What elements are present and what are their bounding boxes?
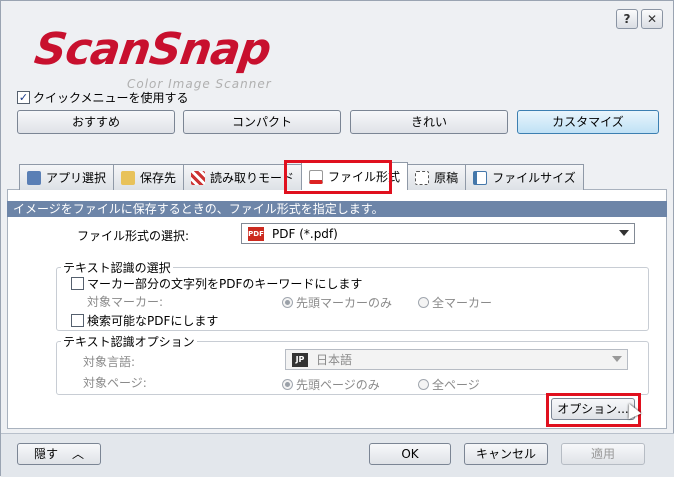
paper-icon bbox=[415, 170, 430, 185]
tab-paper[interactable]: 原稿 bbox=[407, 164, 467, 190]
preset-recommended-button[interactable]: おすすめ bbox=[17, 110, 175, 134]
ocr-selection-title: テキスト認識の選択 bbox=[61, 259, 173, 276]
marker-first-radio[interactable] bbox=[282, 297, 293, 308]
searchable-pdf-checkbox[interactable] bbox=[71, 314, 84, 327]
description-bar: イメージをファイルに保存するときの、ファイル形式を指定します。 bbox=[7, 201, 667, 217]
pdf-icon: PDF bbox=[248, 226, 264, 241]
page-first-label: 先頭ページのみ bbox=[296, 378, 380, 392]
marker-all-radio[interactable] bbox=[418, 297, 429, 308]
marker-all-option[interactable]: 全マーカー bbox=[418, 294, 492, 311]
tab-label: 保存先 bbox=[140, 171, 177, 185]
tab-label: 原稿 bbox=[434, 171, 459, 185]
app-icon bbox=[27, 170, 41, 185]
file-format-value: PDF (*.pdf) bbox=[272, 226, 338, 241]
language-value: 日本語 bbox=[316, 353, 353, 367]
marker-first-label: 先頭マーカーのみ bbox=[296, 296, 393, 310]
marker-first-option[interactable]: 先頭マーカーのみ bbox=[282, 294, 392, 311]
chevron-up-icon: ︿ bbox=[72, 447, 85, 461]
title-buttons: ? ✕ bbox=[616, 9, 663, 29]
marker-keyword-option[interactable]: マーカー部分の文字列をPDFのキーワードにします bbox=[71, 275, 362, 292]
page-all-label: 全ページ bbox=[432, 378, 480, 392]
quick-menu-label: クイックメニューを使用する bbox=[33, 91, 189, 105]
logo-title: ScanSnap bbox=[31, 24, 274, 75]
jp-icon: JP bbox=[292, 352, 308, 367]
hide-button[interactable]: 隠す ︿ bbox=[17, 443, 101, 465]
chevron-down-icon bbox=[619, 230, 629, 236]
language-select[interactable]: JP 日本語 bbox=[285, 349, 628, 370]
preset-clean-button[interactable]: きれい bbox=[350, 110, 508, 134]
scansnap-settings-window: ? ✕ ScanSnap Color Image Scanner ✓ クイックメ… bbox=[0, 0, 674, 477]
apply-button[interactable]: 適用 bbox=[561, 443, 645, 465]
hide-label: 隠す bbox=[33, 447, 58, 461]
ok-button[interactable]: OK bbox=[369, 443, 451, 465]
tab-file-size[interactable]: ファイルサイズ bbox=[465, 164, 584, 190]
close-button[interactable]: ✕ bbox=[641, 9, 663, 29]
page-first-option[interactable]: 先頭ページのみ bbox=[282, 376, 380, 393]
ocr-options-title: テキスト認識オプション bbox=[61, 333, 197, 350]
folder-icon bbox=[121, 170, 136, 185]
searchable-pdf-label: 検索可能なPDFにします bbox=[87, 314, 219, 328]
scan-mode-icon bbox=[191, 170, 206, 185]
cancel-button[interactable]: キャンセル bbox=[464, 443, 548, 465]
searchable-pdf-option[interactable]: 検索可能なPDFにします bbox=[71, 312, 218, 329]
tab-label: アプリ選択 bbox=[46, 171, 107, 185]
file-format-select[interactable]: PDF PDF (*.pdf) bbox=[241, 223, 635, 244]
quick-menu-option[interactable]: ✓ クイックメニューを使用する bbox=[17, 89, 189, 106]
quick-menu-checkbox[interactable]: ✓ bbox=[17, 91, 30, 104]
marker-keyword-checkbox[interactable] bbox=[71, 277, 84, 290]
tab-app-select[interactable]: アプリ選択 bbox=[19, 164, 115, 190]
tab-label: 読み取りモード bbox=[210, 171, 295, 185]
target-pages-label: 対象ページ: bbox=[83, 376, 147, 390]
file-format-tab-highlight bbox=[284, 160, 392, 194]
marker-keyword-label: マーカー部分の文字列をPDFのキーワードにします bbox=[87, 277, 363, 291]
scansnap-logo: ScanSnap Color Image Scanner bbox=[31, 24, 325, 91]
help-button[interactable]: ? bbox=[616, 9, 638, 29]
language-label: 対象言語: bbox=[83, 355, 136, 369]
preset-customize-button[interactable]: カスタマイズ bbox=[517, 110, 659, 134]
preset-compact-button[interactable]: コンパクト bbox=[183, 110, 341, 134]
chevron-down-icon bbox=[612, 356, 622, 362]
page-all-option[interactable]: 全ページ bbox=[418, 376, 480, 393]
page-first-radio[interactable] bbox=[282, 379, 293, 390]
tab-label: ファイルサイズ bbox=[492, 171, 576, 185]
file-format-label: ファイル形式の選択: bbox=[77, 229, 190, 243]
tab-save-location[interactable]: 保存先 bbox=[113, 164, 185, 190]
file-size-icon bbox=[473, 170, 488, 185]
marker-all-label: 全マーカー bbox=[432, 296, 493, 310]
page-all-radio[interactable] bbox=[418, 379, 429, 390]
target-marker-label: 対象マーカー: bbox=[87, 295, 164, 309]
